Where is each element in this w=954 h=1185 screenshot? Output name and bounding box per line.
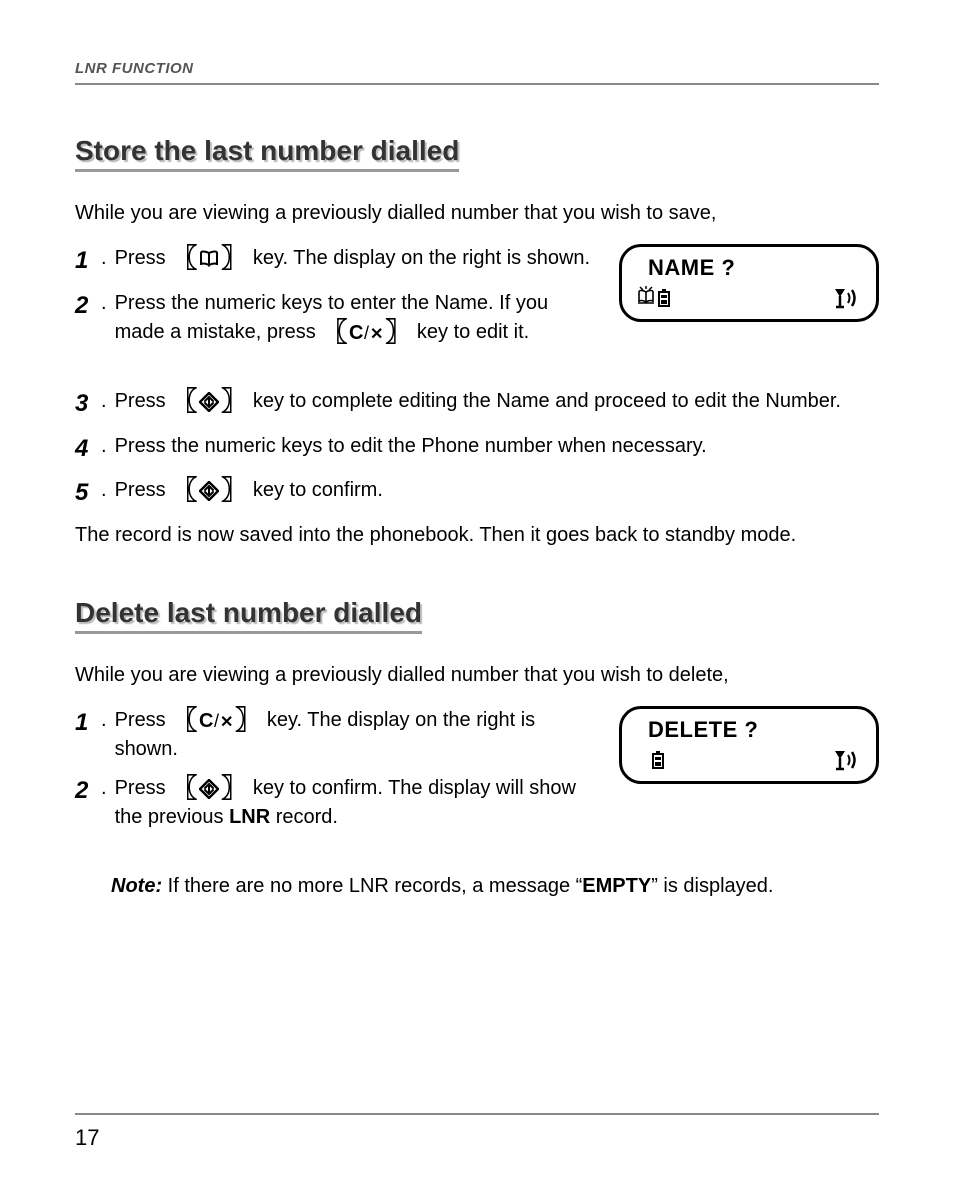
step-number: 3	[75, 387, 101, 422]
step-text: key. The display on the right is shown.	[253, 247, 590, 269]
step-list: 1. Press 〖〗 key. The display on the righ…	[75, 244, 599, 357]
lcd-display: DELETE ?	[619, 706, 879, 784]
intro-text: While you are viewing a previously diall…	[75, 662, 879, 688]
step-text: Press	[115, 247, 172, 269]
step-text: Press	[115, 777, 172, 799]
note-text: ” is displayed.	[651, 875, 773, 897]
step-item: 1. Press 〖〗 key. The display on the righ…	[75, 706, 599, 764]
step-item: 2. Press 〖〗 key to confirm. The display …	[75, 774, 599, 832]
battery-icon	[658, 288, 672, 308]
antenna-icon	[832, 287, 860, 309]
note-text: If there are no more LNR records, a mess…	[162, 875, 582, 897]
step-item: 3. Press 〖〗 key to complete editing the …	[75, 387, 879, 422]
step-item: 2. Press the numeric keys to enter the N…	[75, 289, 599, 347]
step-number: 2	[75, 289, 101, 347]
page-number: 17	[75, 1125, 99, 1151]
step-text: key to edit it.	[417, 321, 529, 343]
note: Note: If there are no more LNR records, …	[111, 872, 879, 900]
footer-rule	[75, 1113, 879, 1115]
nav-key-icon: 〖〗	[171, 481, 247, 501]
section-title: Store the last number dialled	[75, 135, 459, 172]
nav-key-icon: 〖〗	[171, 779, 247, 799]
antenna-icon	[832, 749, 860, 771]
step-number: 2	[75, 774, 101, 832]
section-delete: Delete last number dialled While you are…	[75, 597, 879, 900]
step-number: 1	[75, 244, 101, 279]
battery-icon	[652, 750, 666, 770]
step-text: key to complete editing the Name and pro…	[253, 390, 841, 412]
step-text: Press	[115, 390, 172, 412]
lcd-display: NAME ?	[619, 244, 879, 322]
clear-key-icon: 〖〗	[171, 711, 261, 731]
step-text-bold: LNR	[229, 806, 270, 828]
clear-key-icon: 〖〗	[321, 323, 411, 343]
step-text: Press	[115, 709, 172, 731]
step-item: 1. Press 〖〗 key. The display on the righ…	[75, 244, 599, 279]
step-number: 4	[75, 432, 101, 467]
section-store: Store the last number dialled While you …	[75, 135, 879, 549]
step-number: 5	[75, 476, 101, 511]
step-item: 4. Press the numeric keys to edit the Ph…	[75, 432, 879, 467]
lcd-prompt: NAME ?	[648, 255, 860, 281]
step-number: 1	[75, 706, 101, 764]
step-text: Press	[115, 479, 172, 501]
running-header: LNR FUNCTION	[75, 60, 879, 77]
step-list: 1. Press 〖〗 key. The display on the righ…	[75, 706, 599, 842]
nav-key-icon: 〖〗	[171, 392, 247, 412]
step-text: record.	[270, 806, 338, 828]
lcd-prompt: DELETE ?	[648, 717, 860, 743]
closing-text: The record is now saved into the phonebo…	[75, 521, 879, 549]
note-text-bold: EMPTY	[582, 875, 651, 897]
manual-page: LNR FUNCTION Store the last number diall…	[0, 0, 954, 1185]
step-item: 5. Press 〖〗 key to confirm.	[75, 476, 879, 511]
section-title: Delete last number dialled	[75, 597, 422, 634]
note-label: Note:	[111, 875, 162, 897]
phonebook-icon	[638, 289, 656, 307]
phonebook-key-icon: 〖〗	[171, 249, 247, 269]
step-list: 3. Press 〖〗 key to complete editing the …	[75, 387, 879, 511]
header-rule	[75, 83, 879, 85]
step-text: key to confirm.	[253, 479, 383, 501]
intro-text: While you are viewing a previously diall…	[75, 200, 879, 226]
step-text: Press the numeric keys to edit the Phone…	[115, 432, 879, 467]
